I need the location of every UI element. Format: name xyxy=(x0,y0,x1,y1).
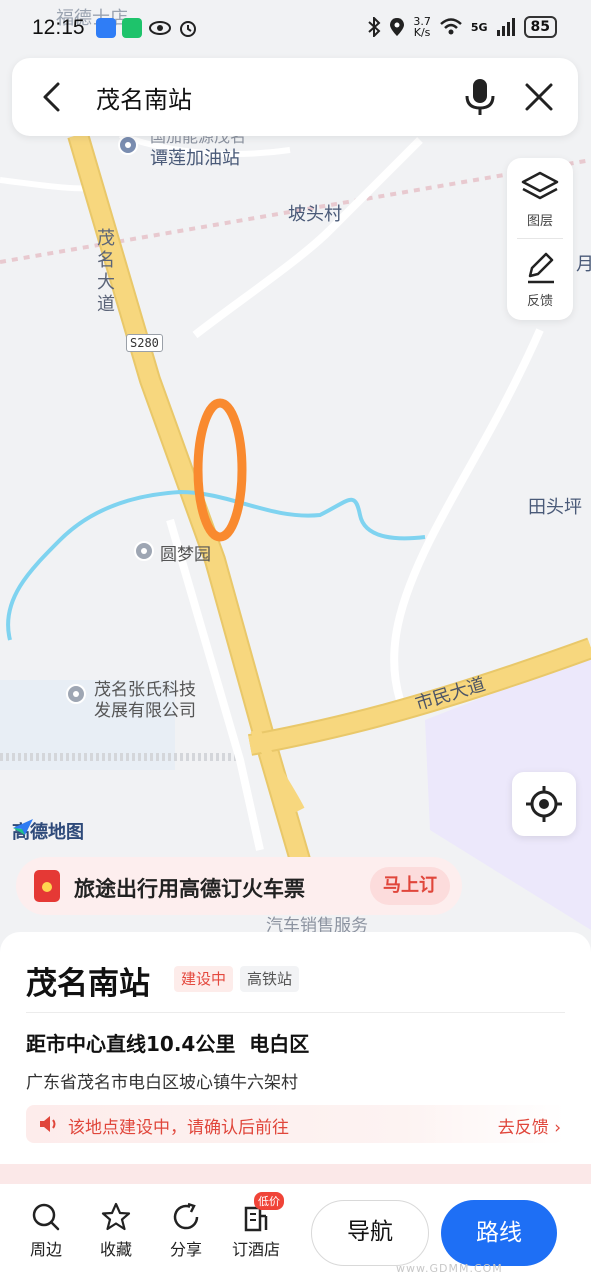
map-label-edge-partial: 月 xyxy=(576,254,591,275)
warning-text: 该地点建设中，请确认后前往 xyxy=(68,1118,289,1138)
map-label-village-potou: 坡头村 xyxy=(288,204,342,225)
close-icon[interactable] xyxy=(520,78,558,116)
speaker-icon xyxy=(40,1116,56,1132)
map-tools-panel: 图层 反馈 xyxy=(507,158,573,320)
layers-button[interactable]: 图层 xyxy=(507,170,573,229)
poi-address: 广东省茂名市电白区坡心镇牛六架村 xyxy=(26,1073,298,1093)
low-price-badge: 低价 xyxy=(254,1192,284,1210)
red-envelope-icon xyxy=(34,870,60,902)
map-label-tiantou: 田头坪 xyxy=(528,497,582,518)
network-type: 5G xyxy=(470,20,488,34)
bluetooth-icon xyxy=(368,17,381,37)
chevron-right-icon: › xyxy=(554,1118,561,1138)
app-notification-icon xyxy=(96,18,116,38)
category-badge: 高铁站 xyxy=(240,966,300,992)
microphone-icon[interactable] xyxy=(460,76,500,118)
route-button[interactable]: 路线 xyxy=(441,1200,557,1266)
poi-company-icon[interactable] xyxy=(66,684,86,704)
hotel-button[interactable]: 订酒店 低价 xyxy=(226,1192,286,1260)
station-highlight-marker[interactable] xyxy=(193,398,247,542)
search-icon xyxy=(32,1203,60,1231)
poi-yuanmengyuan-icon[interactable] xyxy=(134,541,154,561)
promo-text: 旅途出行用高德订火车票 xyxy=(74,877,305,901)
location-icon xyxy=(390,18,405,36)
distance-info: 距市中心直线10.4公里 电白区 xyxy=(26,1032,310,1056)
share-button[interactable]: 分享 xyxy=(156,1202,216,1260)
map-label-yuanmengyuan: 圆梦园 xyxy=(160,545,211,565)
book-now-button[interactable]: 马上订 xyxy=(370,867,450,905)
poi-title: 茂名南站 xyxy=(26,966,150,1002)
signal-icon xyxy=(496,18,515,36)
status-notification-icons xyxy=(96,18,198,38)
road-shield-s280: S280 xyxy=(126,334,163,352)
amap-logo: 高德地图 xyxy=(12,818,84,844)
panel-bottom-strip xyxy=(0,1164,591,1184)
favorite-button[interactable]: 收藏 xyxy=(86,1202,146,1260)
map-label-gas-station: 谭莲加油站 xyxy=(150,148,240,169)
feedback-button[interactable]: 反馈 xyxy=(507,250,573,309)
battery-indicator: 85 xyxy=(523,16,557,38)
locate-me-button[interactable] xyxy=(512,772,576,836)
layers-icon xyxy=(521,171,559,200)
network-speed: 3.7 K/s xyxy=(413,15,431,39)
alarm-icon xyxy=(180,21,196,37)
gas-station-icon[interactable] xyxy=(118,135,138,155)
feedback-label: 反馈 xyxy=(526,294,553,309)
eye-icon xyxy=(149,21,171,35)
status-time: 12:15 xyxy=(32,16,85,39)
edit-pen-icon xyxy=(528,252,554,284)
tools-divider xyxy=(517,238,563,239)
navigate-button[interactable]: 导航 xyxy=(311,1200,429,1266)
star-icon xyxy=(101,1202,131,1231)
nearby-button[interactable]: 周边 xyxy=(16,1202,76,1260)
search-bar[interactable]: 茂名南站 xyxy=(12,58,578,136)
share-icon xyxy=(173,1202,199,1230)
status-bar: 12:15 3.7 K/s 5G 85 xyxy=(0,0,591,58)
crosshair-icon xyxy=(526,786,562,822)
train-ticket-promo[interactable]: 旅途出行用高德订火车票 马上订 xyxy=(16,857,462,915)
poi-detail-panel: 茂名南站 建设中 高铁站 距市中心直线10.4公里 电白区 广东省茂名市电白区坡… xyxy=(0,932,591,1164)
layers-label: 图层 xyxy=(526,214,553,229)
status-right: 3.7 K/s 5G 85 xyxy=(367,16,557,38)
back-arrow-icon[interactable] xyxy=(34,78,72,116)
status-badge: 建设中 xyxy=(174,966,234,992)
map-label-maoming-dadao: 茂名大道 xyxy=(97,228,115,315)
wechat-icon xyxy=(122,18,142,38)
amap-logo-icon xyxy=(13,819,33,835)
wifi-icon xyxy=(439,18,462,35)
site-watermark: www.GDMM.COM xyxy=(396,1262,503,1275)
construction-warning: 该地点建设中，请确认后前往 去反馈 › xyxy=(26,1105,565,1143)
go-feedback-link[interactable]: 去反馈 › xyxy=(498,1113,561,1138)
map-label-company-line2: 发展有限公司 xyxy=(94,701,196,721)
search-query[interactable]: 茂名南站 xyxy=(96,80,192,115)
panel-divider xyxy=(26,1012,565,1013)
